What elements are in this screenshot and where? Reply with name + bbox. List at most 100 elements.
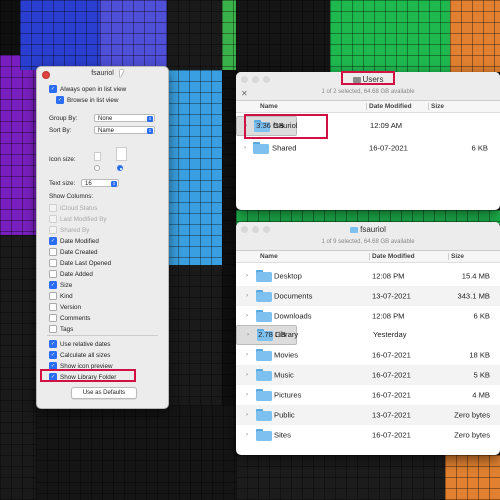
checkbox[interactable] <box>49 248 57 256</box>
file-row-public[interactable]: › Public 13-07-2021 Zero bytes <box>236 405 500 425</box>
date-modified: 16-07-2021 <box>372 430 411 440</box>
users-finder-window: Users 1 of 2 selected, 64.68 GB availabl… <box>236 72 500 210</box>
file-row-sites[interactable]: › Sites 16-07-2021 Zero bytes <box>236 425 500 445</box>
disclosure-triangle-icon[interactable]: › <box>246 293 248 299</box>
disclosure-triangle-icon[interactable]: › <box>246 313 248 319</box>
date-modified: 16-07-2021 <box>372 350 411 360</box>
file-row-desktop[interactable]: › Desktop 12:08 PM 15.4 MB <box>236 266 500 286</box>
checkbox-checked[interactable]: ✓ <box>56 96 64 104</box>
column-option-date-created[interactable]: Date Created <box>49 248 97 256</box>
sort-by-select[interactable]: Name ⇕ <box>94 126 155 134</box>
wallpaper-column <box>0 55 38 235</box>
option-label: Last Modified By <box>60 215 107 223</box>
file-row-movies[interactable]: › Movies 16-07-2021 18 KB <box>236 345 500 365</box>
file-size: 15.4 MB <box>461 271 490 281</box>
highlight-box <box>40 369 136 382</box>
disclosure-triangle-icon[interactable]: › <box>247 331 249 339</box>
highlight-box <box>244 114 328 139</box>
date-modified-column-header[interactable]: Date Modified <box>372 253 415 260</box>
text-size-select[interactable]: 16 ⇕ <box>81 179 119 187</box>
disclosure-triangle-icon[interactable]: › <box>246 412 248 418</box>
name-column-header[interactable]: Name <box>260 103 278 110</box>
file-row-library[interactable]: › Library Yesterday 2.78 GB <box>236 325 407 345</box>
use-as-defaults-button[interactable]: Use as Defaults <box>71 387 137 399</box>
checkbox-checked[interactable]: ✓ <box>49 340 57 348</box>
column-option-date-last-opened[interactable]: Date Last Opened <box>49 259 111 267</box>
disclosure-triangle-icon[interactable]: › <box>246 352 248 358</box>
folder-icon <box>253 141 269 154</box>
date-modified: 16-07-2021 <box>372 390 411 400</box>
select-value: 16 <box>85 181 92 187</box>
checkbox[interactable] <box>49 303 57 311</box>
window-title: fsauriol <box>236 225 500 234</box>
file-name: Documents <box>274 291 313 301</box>
size-column-header[interactable]: Size <box>451 253 464 260</box>
option-label: Kind <box>60 292 73 300</box>
home-finder-window: fsauriol 1 of 9 selected, 64.68 GB avail… <box>236 222 500 455</box>
column-divider <box>366 103 367 110</box>
chevron-updown-icon: ⇕ <box>147 116 153 122</box>
text-size-label: Text size: <box>49 180 76 187</box>
date-modified-column-header[interactable]: Date Modified <box>369 103 412 110</box>
checkbox[interactable] <box>49 259 57 267</box>
downloads-folder-icon <box>256 309 272 322</box>
icon-size-large-radio[interactable] <box>117 165 123 171</box>
file-size: Zero bytes <box>454 430 490 440</box>
disclosure-triangle-icon[interactable]: › <box>246 273 248 279</box>
date-modified: 16-07-2021 <box>372 370 411 380</box>
show-columns-label: Show Columns: <box>49 193 94 200</box>
column-divider <box>448 253 449 260</box>
file-row-music[interactable]: › Music 16-07-2021 5 KB <box>236 365 500 385</box>
file-name: Downloads <box>274 311 312 321</box>
checkbox[interactable] <box>49 215 57 223</box>
disclosure-triangle-icon[interactable]: › <box>246 392 248 398</box>
icon-size-small-radio[interactable] <box>94 165 100 171</box>
window-status: 1 of 2 selected, 64.68 GB available <box>321 89 415 95</box>
panel-title: fsauriol <box>91 70 114 77</box>
option-label: Comments <box>60 314 91 322</box>
window-titlebar: fsauriol 1 of 9 selected, 64.68 GB avail… <box>236 222 500 251</box>
file-row-pictures[interactable]: › Pictures 16-07-2021 4 MB <box>236 385 500 405</box>
checkbox-checked[interactable]: ✓ <box>49 281 57 289</box>
name-column-header[interactable]: Name <box>260 253 278 260</box>
checkbox[interactable] <box>49 314 57 322</box>
checkbox[interactable] <box>49 270 57 278</box>
large-document-icon <box>116 147 127 161</box>
column-option-last-modified-by[interactable]: Last Modified By <box>49 215 107 223</box>
disclosure-triangle-icon[interactable]: › <box>244 145 246 151</box>
wallpaper-column <box>36 405 236 500</box>
file-row-documents[interactable]: › Documents 13-07-2021 343.1 MB <box>236 286 500 306</box>
column-option-comments[interactable]: Comments <box>49 314 90 322</box>
file-row-downloads[interactable]: › Downloads 12:08 PM 6 KB <box>236 306 500 326</box>
file-size: 6 KB <box>473 311 490 321</box>
column-option-kind[interactable]: Kind <box>49 292 73 300</box>
size-column-header[interactable]: Size <box>431 103 444 110</box>
always-open-list-view-option[interactable]: ✓ Always open in list view <box>49 85 126 93</box>
column-option-date-added[interactable]: Date Added <box>49 270 93 278</box>
checkbox[interactable] <box>49 204 57 212</box>
option-use-relative-dates[interactable]: ✓ Use relative dates <box>49 340 110 348</box>
checkbox-checked[interactable]: ✓ <box>49 237 57 245</box>
date-modified: 16-07-2021 <box>369 143 408 153</box>
checkbox[interactable] <box>49 325 57 333</box>
option-calculate-all-sizes[interactable]: ✓ Calculate all sizes <box>49 351 110 359</box>
column-option-shared-by[interactable]: Shared By <box>49 226 89 234</box>
file-size: 6 KB <box>471 143 488 153</box>
browse-list-view-option[interactable]: ✓ Browse in list view <box>56 96 118 104</box>
checkbox[interactable] <box>49 226 57 234</box>
checkbox-checked[interactable]: ✓ <box>49 85 57 93</box>
checkbox[interactable] <box>49 292 57 300</box>
column-option-version[interactable]: Version <box>49 303 81 311</box>
group-by-select[interactable]: None ⇕ <box>94 114 155 122</box>
home-folder-icon <box>350 226 359 233</box>
column-option-size[interactable]: ✓ Size <box>49 281 72 289</box>
checkbox-checked[interactable]: ✓ <box>49 351 57 359</box>
column-option-icloud-status[interactable]: iCloud Status <box>49 204 97 212</box>
file-row-shared[interactable]: › Shared 16-07-2021 6 KB <box>236 138 500 158</box>
column-option-tags[interactable]: Tags <box>49 325 73 333</box>
disclosure-triangle-icon[interactable]: › <box>246 432 248 438</box>
close-icon[interactable]: ✕ <box>241 90 248 98</box>
wallpaper-column <box>450 0 500 72</box>
column-option-date-modified[interactable]: ✓ Date Modified <box>49 237 99 245</box>
disclosure-triangle-icon[interactable]: › <box>246 372 248 378</box>
